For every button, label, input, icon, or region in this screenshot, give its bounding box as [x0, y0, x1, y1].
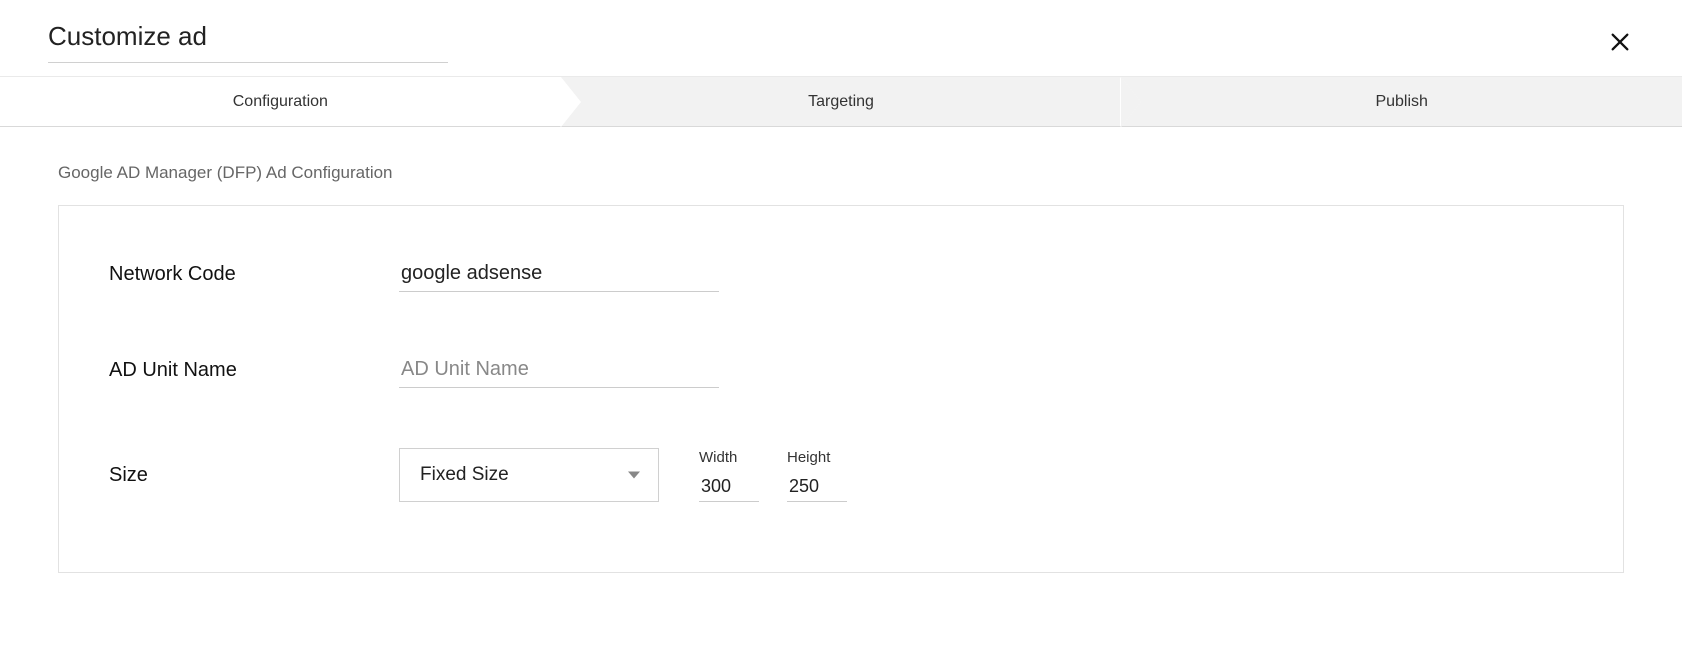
- row-network-code: Network Code: [109, 256, 1573, 292]
- height-input[interactable]: [787, 472, 847, 502]
- label-width: Width: [699, 449, 759, 466]
- step-configuration[interactable]: Configuration: [0, 77, 561, 126]
- width-input[interactable]: [699, 472, 759, 502]
- label-height: Height: [787, 449, 847, 466]
- ad-unit-name-input[interactable]: [399, 352, 719, 388]
- row-size: Size Fixed Size Width Height: [109, 448, 1573, 502]
- title-wrap: Customize ad: [48, 21, 448, 63]
- step-label: Targeting: [808, 93, 874, 111]
- size-selected-label: Fixed Size: [420, 464, 509, 486]
- dimension-group: Width Height: [699, 449, 847, 502]
- label-network-code: Network Code: [109, 263, 399, 286]
- step-nav: Configuration Targeting Publish: [0, 77, 1682, 127]
- close-icon: [1609, 31, 1631, 53]
- width-block: Width: [699, 449, 759, 502]
- network-code-input[interactable]: [399, 256, 719, 292]
- page-title: Customize ad: [48, 21, 448, 63]
- chevron-right-icon: [560, 77, 580, 127]
- row-ad-unit-name: AD Unit Name: [109, 352, 1573, 388]
- close-button[interactable]: [1598, 20, 1642, 64]
- height-block: Height: [787, 449, 847, 502]
- header-bar: Customize ad: [0, 0, 1682, 77]
- section-heading: Google AD Manager (DFP) Ad Configuration: [0, 127, 1682, 195]
- label-ad-unit-name: AD Unit Name: [109, 359, 399, 382]
- label-size: Size: [109, 464, 399, 487]
- chevron-down-icon: [628, 472, 640, 479]
- step-publish[interactable]: Publish: [1121, 77, 1682, 126]
- step-targeting[interactable]: Targeting: [561, 77, 1122, 126]
- step-label: Configuration: [233, 93, 328, 111]
- size-select[interactable]: Fixed Size: [399, 448, 659, 502]
- step-label: Publish: [1375, 93, 1427, 111]
- config-panel: Network Code AD Unit Name Size Fixed Siz…: [58, 205, 1624, 573]
